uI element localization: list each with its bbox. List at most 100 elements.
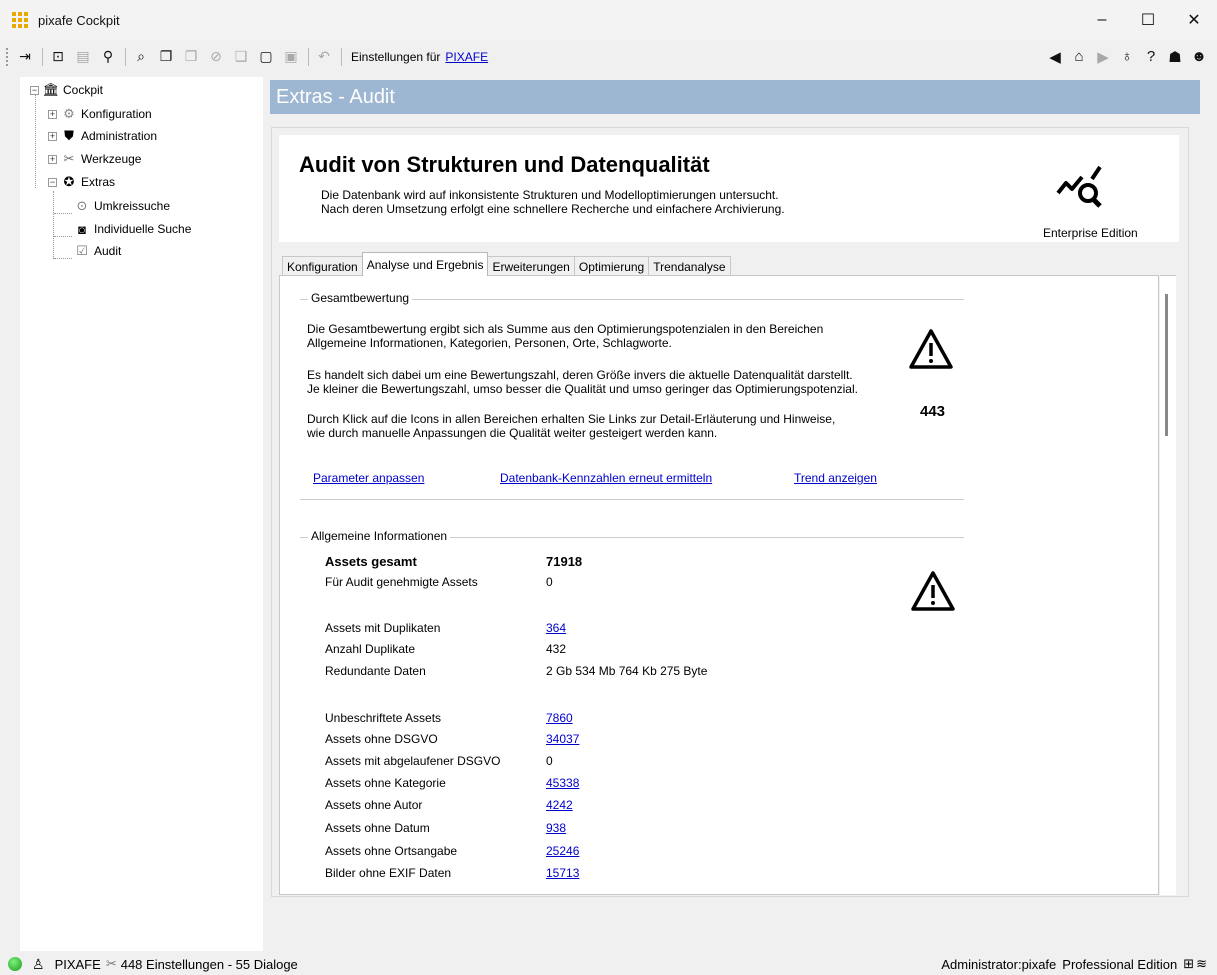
- banner-desc-line1: Die Datenbank wird auf inkonsistente Str…: [321, 188, 779, 202]
- warning-icon[interactable]: [910, 570, 956, 612]
- tree-item-cockpit[interactable]: − 🏛 Cockpit: [30, 80, 103, 100]
- content-area: Audit von Strukturen und Datenqualität D…: [271, 127, 1189, 897]
- status-pixafe: PIXAFE: [54, 956, 101, 972]
- duplicate-icon[interactable]: ❑: [231, 47, 251, 67]
- tree-item-extras[interactable]: − ✪ Extras: [48, 172, 115, 192]
- user-icon: ♙: [32, 955, 45, 972]
- row-value-link[interactable]: 938: [546, 821, 566, 835]
- row-label: Assets mit abgelaufener DSGVO: [325, 754, 501, 768]
- navigation-tree: − 🏛 Cockpit + ⚙ Konfiguration + ⛊ Admini…: [20, 77, 263, 951]
- copy-disabled-icon[interactable]: ❐: [181, 47, 201, 67]
- tab-erweiterungen[interactable]: Erweiterungen: [487, 256, 575, 276]
- row-label: Assets gesamt: [325, 554, 417, 569]
- toolbar-grip[interactable]: [6, 47, 9, 66]
- tree-item-audit[interactable]: ☑ Audit: [74, 241, 121, 261]
- lightbulb-icon[interactable]: ♁: [1117, 47, 1137, 67]
- row-label: Redundante Daten: [325, 664, 426, 678]
- tools-icon: ✂: [105, 956, 117, 971]
- maximize-button[interactable]: ☐: [1125, 0, 1171, 40]
- open-icon[interactable]: ⊡: [48, 47, 68, 67]
- row-value-link[interactable]: 25246: [546, 844, 579, 858]
- row-label: Für Audit genehmigte Assets: [325, 575, 478, 589]
- tree-item-konfiguration[interactable]: + ⚙ Konfiguration: [48, 104, 152, 124]
- help-icon[interactable]: ?: [1141, 47, 1161, 67]
- row-label: Assets ohne DSGVO: [325, 732, 438, 746]
- status-edition: Professional Edition: [1062, 956, 1178, 972]
- copy-icon[interactable]: ❐: [156, 47, 176, 67]
- minimize-button[interactable]: –: [1079, 0, 1125, 40]
- warning-icon[interactable]: [908, 328, 954, 370]
- row-label: Unbeschriftete Assets: [325, 711, 442, 725]
- expand-icon[interactable]: +: [48, 131, 57, 141]
- row-label: Assets mit Duplikaten: [325, 621, 441, 635]
- parameter-anpassen-link[interactable]: Parameter anpassen: [313, 471, 424, 485]
- bag-icon[interactable]: ☗: [1165, 47, 1185, 67]
- row-value: 432: [546, 642, 567, 656]
- location-pin-icon: ⊙: [76, 198, 88, 213]
- checkbox-icon: ☑: [76, 243, 88, 258]
- tree-item-administration[interactable]: + ⛊ Administration: [48, 126, 157, 146]
- gears-icon: ⚙: [63, 106, 75, 121]
- settings-link[interactable]: PIXAFE: [445, 50, 488, 64]
- wifi-icon: ≋: [1196, 956, 1207, 971]
- tab-optimierung[interactable]: Optimierung: [573, 256, 650, 276]
- tree-item-werkzeuge[interactable]: + ✂ Werkzeuge: [48, 149, 141, 169]
- scrollbar-thumb[interactable]: [1165, 294, 1168, 436]
- search-document-icon: ◙: [78, 221, 86, 237]
- toolbar: ⇥ ⊡ ▤ ⚲ ⌕ ❐ ❐ ⊘ ❑ ▢ ▣ ↶ Einstellungen fü…: [0, 40, 1217, 73]
- search-icon[interactable]: ⌕: [131, 47, 151, 67]
- status-info: 448 Einstellungen - 55 Dialoge: [120, 956, 298, 972]
- binoculars-icon[interactable]: ⚲: [98, 47, 118, 67]
- undo-icon[interactable]: ↶: [314, 47, 334, 67]
- extras-icon: ✪: [63, 174, 75, 189]
- building-icon: 🏛: [42, 82, 60, 97]
- row-label: Assets ohne Autor: [325, 798, 423, 812]
- home-icon[interactable]: ⌂: [1069, 47, 1089, 67]
- row-label: Assets ohne Ortsangabe: [325, 844, 458, 858]
- paste-icon[interactable]: ▣: [281, 47, 301, 67]
- save-icon[interactable]: ▤: [73, 47, 93, 67]
- row-value-link[interactable]: 45338: [546, 776, 579, 790]
- forward-arrow-icon[interactable]: ▶: [1093, 47, 1113, 67]
- row-value-link[interactable]: 364: [546, 621, 566, 635]
- vertical-scrollbar[interactable]: [1160, 275, 1176, 895]
- row-label: Assets ohne Datum: [325, 821, 430, 835]
- tab-panel-analyse: Gesamtbewertung Die Gesamtbewertung ergi…: [279, 275, 1159, 895]
- edition-label: Enterprise Edition: [1043, 226, 1138, 240]
- row-label: Anzahl Duplikate: [325, 642, 416, 656]
- expand-icon[interactable]: +: [48, 154, 57, 164]
- user-icon[interactable]: ☻: [1189, 47, 1209, 67]
- row-value: 0: [546, 754, 553, 768]
- back-arrow-icon[interactable]: ◀: [1045, 47, 1065, 67]
- tab-analyse-und-ergebnis[interactable]: Analyse und Ergebnis: [361, 252, 489, 276]
- tree-item-individuelle-suche[interactable]: ◙ Individuelle Suche: [74, 219, 191, 239]
- page-header: Extras - Audit: [270, 80, 1200, 114]
- delete-icon[interactable]: ⊘: [206, 47, 226, 67]
- score-value: 443: [920, 403, 946, 420]
- collapse-icon[interactable]: −: [30, 85, 39, 95]
- exit-icon[interactable]: ⇥: [15, 47, 35, 67]
- tab-trendanalyse[interactable]: Trendanalyse: [648, 256, 731, 276]
- expand-icon[interactable]: +: [48, 109, 57, 119]
- banner-desc-line2: Nach deren Umsetzung erfolgt eine schnel…: [321, 202, 785, 216]
- app-logo-icon: [12, 12, 30, 28]
- kennzahlen-ermitteln-link[interactable]: Datenbank-Kennzahlen erneut ermitteln: [500, 471, 712, 485]
- clipboard-icon[interactable]: ▢: [256, 47, 276, 67]
- page-title: Extras - Audit: [276, 85, 395, 108]
- row-value-link[interactable]: 34037: [546, 732, 579, 746]
- audit-chart-search-icon: [1056, 165, 1102, 208]
- row-value: 71918: [546, 554, 583, 569]
- network-icon: ⊞: [1183, 956, 1195, 971]
- row-value-link[interactable]: 15713: [546, 866, 579, 880]
- tree-item-umkreissuche[interactable]: ⊙ Umkreissuche: [74, 196, 170, 216]
- row-label: Assets ohne Kategorie: [325, 776, 446, 790]
- row-value-link[interactable]: 7860: [546, 711, 573, 725]
- close-button[interactable]: ✕: [1171, 0, 1217, 40]
- group-label-allgemein: Allgemeine Informationen: [308, 529, 451, 543]
- tools-icon: ✂: [63, 151, 75, 166]
- tab-strip: Konfiguration Analyse und Ergebnis Erwei…: [282, 252, 731, 276]
- row-value-link[interactable]: 4242: [546, 798, 573, 812]
- trend-anzeigen-link[interactable]: Trend anzeigen: [794, 471, 877, 485]
- tab-konfiguration[interactable]: Konfiguration: [282, 256, 363, 276]
- collapse-icon[interactable]: −: [48, 177, 57, 187]
